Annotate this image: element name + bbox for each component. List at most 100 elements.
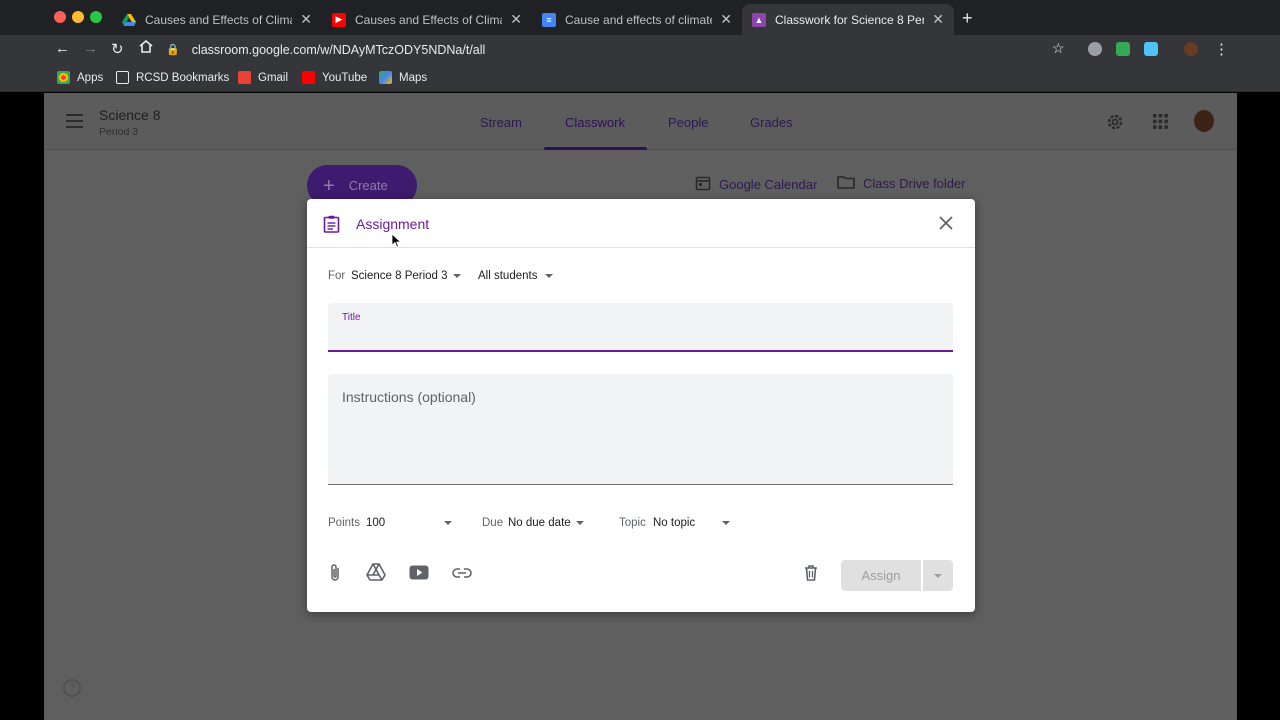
bookmark-label: Apps <box>77 71 104 84</box>
title-field-label: Title <box>342 312 361 323</box>
bookmarks-bar: Apps RCSD Bookmarks Gmail YouTube Maps <box>0 64 1280 92</box>
browser-toolbar: ← → ↻ 🔒 classroom.google.com/w/NDAyMTczO… <box>0 35 1280 64</box>
bookmark-apps[interactable]: Apps <box>57 71 103 84</box>
reload-icon[interactable]: ↻ <box>111 40 124 58</box>
topic-dropdown-caret[interactable] <box>722 521 730 525</box>
tab-title: Causes and Effects of Climate <box>355 12 503 27</box>
bookmark-label: Gmail <box>258 71 289 84</box>
close-window-button[interactable] <box>54 11 66 23</box>
attach-file-icon[interactable] <box>328 563 342 588</box>
google-calendar-link[interactable]: Google Calendar <box>695 175 817 194</box>
tab-close-icon[interactable]: ✕ <box>300 11 312 28</box>
class-select[interactable]: Science 8 Period 3 <box>351 270 448 282</box>
bookmark-folder[interactable]: RCSD Bookmarks <box>116 71 229 84</box>
tab-stream[interactable]: Stream <box>480 115 522 130</box>
classroom-app-bar: Science 8 Period 3 Stream Classwork Peop… <box>44 93 1237 150</box>
plus-icon: + <box>323 174 335 197</box>
minimize-window-button[interactable] <box>72 11 84 23</box>
class-name: Science 8 <box>99 107 161 123</box>
google-classroom-icon: ▲ <box>752 12 766 27</box>
tab-title: Cause and effects of climate cl <box>565 12 713 27</box>
apps-grid-icon <box>57 71 70 84</box>
active-tab-indicator <box>544 147 647 150</box>
forward-icon[interactable]: → <box>83 40 98 57</box>
instructions-placeholder: Instructions (optional) <box>342 389 476 405</box>
link-icon[interactable] <box>452 566 472 584</box>
bookmark-label: YouTube <box>322 71 368 84</box>
tab-title: Causes and Effects of Climate <box>145 12 293 27</box>
tab-close-icon[interactable]: ✕ <box>510 11 522 28</box>
new-tab-icon[interactable]: + <box>962 8 973 29</box>
topic-select[interactable]: No topic <box>653 517 695 529</box>
class-drive-folder-link[interactable]: Class Drive folder <box>837 175 966 192</box>
google-drive-icon[interactable] <box>366 563 386 586</box>
close-icon[interactable] <box>938 215 954 236</box>
google-apps-icon[interactable] <box>1153 114 1168 134</box>
tab-classwork[interactable]: Classwork <box>565 115 625 130</box>
calendar-link-label: Google Calendar <box>719 177 818 192</box>
settings-gear-icon[interactable] <box>1105 112 1125 137</box>
youtube-icon: ▶ <box>332 12 346 27</box>
extension-icon[interactable] <box>1088 42 1102 56</box>
delete-trash-icon[interactable] <box>804 565 818 586</box>
title-input[interactable]: Title <box>328 303 953 352</box>
class-section: Period 3 <box>99 126 139 138</box>
youtube-icon[interactable] <box>409 565 429 585</box>
folder-icon <box>116 71 129 84</box>
browser-tab[interactable]: Causes and Effects of Climate ✕ <box>112 4 322 35</box>
due-label: Due <box>482 517 504 529</box>
browser-menu-icon[interactable]: ⋮ <box>1214 40 1229 58</box>
tab-title: Classwork for Science 8 Period <box>775 12 925 27</box>
points-select[interactable]: 100 <box>366 517 385 529</box>
points-dropdown-caret[interactable] <box>444 521 452 525</box>
extension-icon[interactable] <box>1116 42 1130 56</box>
assign-button[interactable]: Assign <box>841 560 921 591</box>
assign-options-button[interactable] <box>923 560 953 591</box>
google-drive-icon <box>122 13 136 27</box>
tab-people[interactable]: People <box>668 115 708 130</box>
bookmark-gmail[interactable]: Gmail <box>238 71 288 84</box>
extension-icon[interactable] <box>1144 42 1158 56</box>
back-icon[interactable]: ← <box>55 40 70 57</box>
bookmark-label: Maps <box>399 71 428 84</box>
bookmark-maps[interactable]: Maps <box>379 71 427 84</box>
url-text: classroom.google.com/w/NDAyMTczODY5NDNa/… <box>191 42 486 57</box>
assignment-icon <box>323 215 340 238</box>
assignment-dialog: Assignment For Science 8 Period 3 All st… <box>307 199 975 612</box>
address-bar[interactable]: 🔒 classroom.google.com/w/NDAyMTczODY5NDN… <box>166 37 1076 62</box>
lock-icon: 🔒 <box>166 44 180 56</box>
topic-label: Topic <box>619 517 646 529</box>
points-label: Points <box>328 517 360 529</box>
instructions-input[interactable]: Instructions (optional) <box>328 374 953 485</box>
user-avatar[interactable] <box>1194 110 1214 132</box>
browser-tab-active[interactable]: ▲ Classwork for Science 8 Period ✕ <box>742 4 954 35</box>
maximize-window-button[interactable] <box>90 11 102 23</box>
due-date-select[interactable]: No due date <box>508 517 571 529</box>
dialog-header: Assignment <box>307 199 975 248</box>
tab-close-icon[interactable]: ✕ <box>932 11 944 28</box>
profile-avatar[interactable] <box>1184 42 1198 56</box>
folder-icon <box>837 175 855 192</box>
browser-tab[interactable]: ▶ Causes and Effects of Climate ✕ <box>322 4 532 35</box>
home-icon[interactable] <box>139 39 153 57</box>
class-dropdown-caret[interactable] <box>453 274 461 278</box>
mouse-pointer-icon <box>391 233 402 253</box>
dialog-title: Assignment <box>356 216 430 232</box>
students-dropdown-caret[interactable] <box>545 274 553 278</box>
browser-tab[interactable]: ≡ Cause and effects of climate cl ✕ <box>532 4 742 35</box>
youtube-icon <box>302 71 315 84</box>
bookmark-star-icon[interactable]: ☆ <box>1052 40 1065 57</box>
due-dropdown-caret[interactable] <box>576 521 584 525</box>
main-menu-icon[interactable] <box>66 114 83 132</box>
tab-close-icon[interactable]: ✕ <box>720 11 732 28</box>
bookmark-youtube[interactable]: YouTube <box>302 71 367 84</box>
help-icon[interactable]: ? <box>63 679 81 697</box>
bookmark-label: RCSD Bookmarks <box>136 71 230 84</box>
for-label: For <box>328 270 346 282</box>
maps-icon <box>379 71 392 84</box>
gmail-icon <box>238 71 251 84</box>
create-label: Create <box>348 178 388 193</box>
tab-grades[interactable]: Grades <box>750 115 793 130</box>
drive-link-label: Class Drive folder <box>863 176 966 191</box>
students-select[interactable]: All students <box>478 270 537 282</box>
